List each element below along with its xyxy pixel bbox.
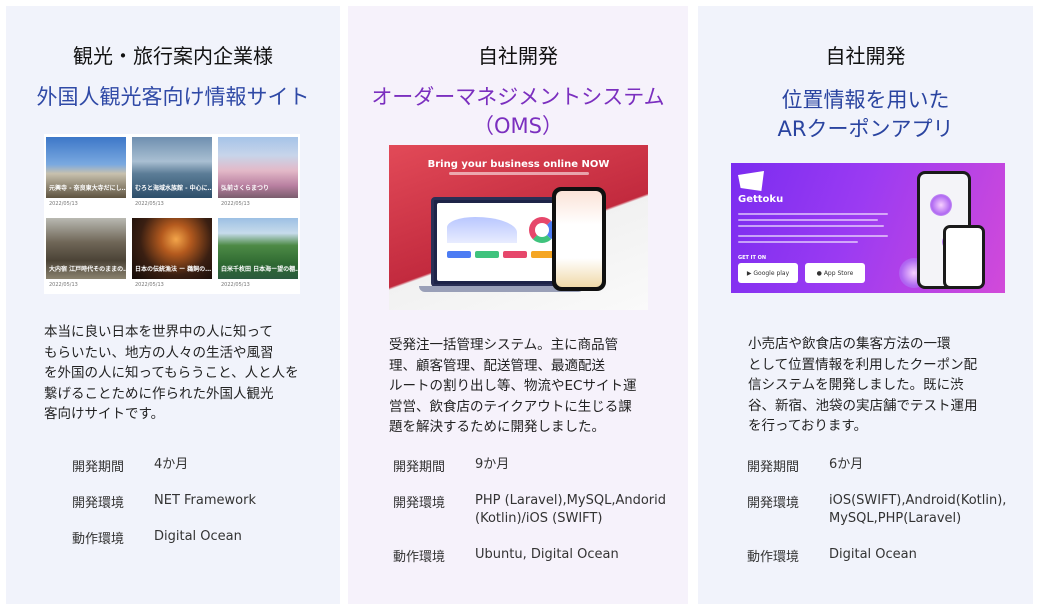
thumbnail-caption: むろと海域水族館 - 中心に… bbox=[135, 185, 212, 192]
project-title: 位置情報を用いた ARクーポンアプリ bbox=[698, 86, 1033, 144]
thumbnail-date: 2022/05/13 bbox=[132, 198, 212, 210]
dashboard-screen bbox=[437, 203, 565, 281]
thumbnail-caption: 白米千枚田 日本海ー望の棚… bbox=[221, 266, 298, 273]
spec-value: NET Framework bbox=[154, 493, 256, 508]
area-chart-graphic bbox=[447, 217, 517, 243]
spec-value: Digital Ocean bbox=[829, 547, 917, 562]
project-card-ar-coupon: 自社開発 位置情報を用いた ARクーポンアプリ Gettoku GET IT O… bbox=[698, 6, 1033, 604]
thumbnail-date: 2022/05/13 bbox=[218, 198, 298, 210]
get-it-on-label: GET IT ON bbox=[738, 255, 767, 261]
spec-key: 開発環境 bbox=[393, 496, 446, 511]
map-pin-glow bbox=[930, 194, 952, 216]
apple-icon: ● bbox=[816, 269, 824, 277]
google-play-badge[interactable]: ▶ Google play bbox=[738, 263, 798, 283]
project-title-line: （OMS） bbox=[473, 114, 563, 138]
project-title-line: 外国人観光客向け情報サイト bbox=[36, 85, 310, 109]
gettoku-screenshot: Gettoku GET IT ON ▶ Google play ● App St… bbox=[731, 163, 1005, 293]
project-description: 受発注一括管理システム。主に商品管 理、顧客管理、配送管理、最適配送 ルートの割… bbox=[389, 337, 637, 435]
spec-key: 開発期間 bbox=[72, 460, 125, 475]
app-store-badge[interactable]: ● App Store bbox=[805, 263, 865, 283]
spec-value: 9か月 bbox=[475, 457, 510, 472]
client-name: 自社開発 bbox=[478, 44, 558, 68]
client-name: 観光・旅行案内企業様 bbox=[73, 44, 273, 68]
spec-value: iOS(SWIFT),Android(Kotlin), MySQL,PHP(La… bbox=[829, 493, 1007, 526]
spec-key: 開発期間 bbox=[393, 460, 446, 475]
oms-subheadline-bar bbox=[449, 172, 589, 175]
thumbnail-date: 2022/05/13 bbox=[46, 279, 126, 291]
site-thumbnail: 白米千枚田 日本海ー望の棚… 2022/05/13 bbox=[218, 218, 298, 291]
site-thumbnail: 大内宿 江戸時代そのままの… 2022/05/13 bbox=[46, 218, 126, 291]
project-card-tourism: 観光・旅行案内企業様 外国人観光客向け情報サイト 元興寺 - 奈良東大寺だにし…… bbox=[6, 6, 340, 604]
oms-screenshot: Bring your business online NOW bbox=[389, 145, 648, 310]
spec-value: 4か月 bbox=[154, 457, 189, 472]
site-thumbnail: むろと海域水族館 - 中心に… 2022/05/13 bbox=[132, 137, 212, 210]
site-thumbnail: 日本の伝統漁法 ー 鵜飼の… 2022/05/13 bbox=[132, 218, 212, 291]
project-title-line: 位置情報を用いた bbox=[781, 88, 950, 112]
gettoku-logo-icon bbox=[738, 171, 764, 191]
thumbnail-caption: 日本の伝統漁法 ー 鵜飼の… bbox=[135, 266, 212, 273]
spec-key: 開発期間 bbox=[747, 460, 800, 475]
spec-key: 動作環境 bbox=[72, 532, 125, 547]
thumbnail-date: 2022/05/13 bbox=[218, 279, 298, 291]
spec-value: PHP (Laravel),MySQL,Andorid (Kotlin)/iOS… bbox=[475, 493, 667, 526]
project-title: 外国人観光客向け情報サイト bbox=[6, 83, 340, 112]
spec-key: 動作環境 bbox=[393, 550, 446, 565]
site-thumbnail: 元興寺 - 奈良東大寺だにし… 2022/05/13 bbox=[46, 137, 126, 210]
site-screenshot: 元興寺 - 奈良東大寺だにし… 2022/05/13 むろと海域水族館 - 中心に… bbox=[44, 134, 300, 294]
phone-mockup bbox=[552, 187, 606, 291]
spec-value: Digital Ocean bbox=[154, 529, 242, 544]
app-store-label: App Store bbox=[823, 269, 854, 277]
stat-chip bbox=[503, 251, 527, 258]
thumbnail-date: 2022/05/13 bbox=[132, 279, 212, 291]
oms-headline: Bring your business online NOW bbox=[427, 159, 610, 170]
project-title-line: ARクーポンアプリ bbox=[777, 117, 954, 141]
thumbnail-caption: 元興寺 - 奈良東大寺だにし… bbox=[49, 185, 126, 192]
spec-value: 6か月 bbox=[829, 457, 864, 472]
text-line bbox=[738, 219, 878, 221]
spec-value: Ubuntu, Digital Ocean bbox=[475, 547, 619, 562]
text-line bbox=[738, 213, 888, 215]
stat-chip bbox=[447, 251, 471, 258]
site-thumbnail: 弘前さくらまつり 2022/05/13 bbox=[218, 137, 298, 210]
stat-chip bbox=[475, 251, 499, 258]
project-description: 本当に良い日本を世界中の人に知って もらいたい、地方の人々の生活や風習 を外国の… bbox=[44, 324, 299, 422]
text-line bbox=[738, 241, 858, 243]
phone-screen bbox=[556, 191, 602, 287]
project-title-line: オーダーマネジメントシステム bbox=[371, 85, 665, 109]
spec-key: 開発環境 bbox=[72, 496, 125, 511]
project-card-oms: 自社開発 オーダーマネジメントシステム （OMS） Bring your bus… bbox=[348, 6, 688, 604]
phone-mockup-coupons bbox=[943, 225, 985, 289]
text-line bbox=[738, 225, 884, 227]
google-play-label: Google play bbox=[753, 269, 790, 277]
spec-key: 開発環境 bbox=[747, 496, 800, 511]
spec-key: 動作環境 bbox=[747, 550, 800, 565]
laptop-mockup bbox=[431, 197, 571, 287]
project-title: オーダーマネジメントシステム （OMS） bbox=[348, 83, 688, 141]
thumbnail-caption: 大内宿 江戸時代そのままの… bbox=[49, 266, 126, 273]
thumbnail-caption: 弘前さくらまつり bbox=[221, 185, 270, 192]
gettoku-brand: Gettoku bbox=[738, 194, 784, 205]
project-description: 小売店や飲食店の集客方法の一環 として位置情報を利用したクーポン配 信システムを… bbox=[748, 336, 978, 434]
thumbnail-date: 2022/05/13 bbox=[46, 198, 126, 210]
text-line bbox=[738, 235, 888, 237]
client-name: 自社開発 bbox=[825, 44, 906, 68]
